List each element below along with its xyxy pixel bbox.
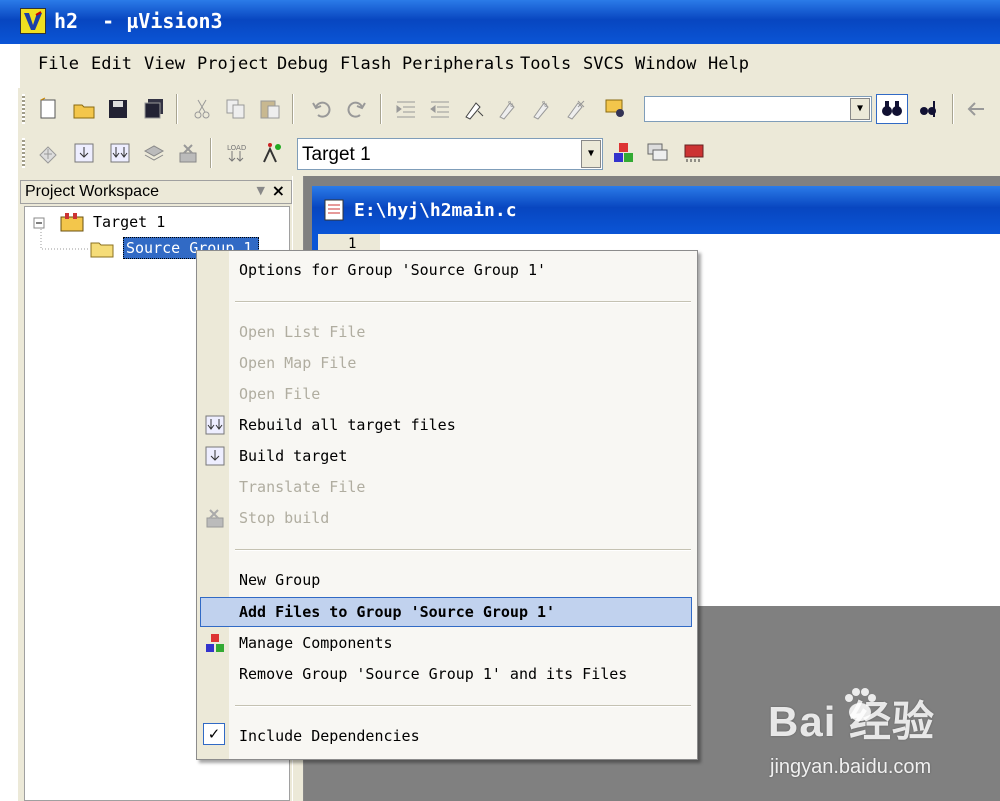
pin-dropdown-icon[interactable]: ▼	[257, 184, 265, 197]
copy-icon[interactable]	[224, 97, 248, 121]
menu-item-translate-file[interactable]: Translate File	[239, 478, 365, 496]
build-toolbar: LOAD Target 1 ▼	[18, 130, 1000, 177]
find-button[interactable]	[876, 94, 908, 124]
menu-item-include-dependencies[interactable]: Include Dependencies	[239, 727, 420, 745]
workspace-header: Project Workspace ▼ ×	[20, 180, 292, 204]
target-options-icon[interactable]	[260, 141, 284, 165]
bookmark-next-icon[interactable]: %	[530, 97, 554, 121]
context-menu-icon-gutter	[197, 251, 229, 759]
target-select-value: Target 1	[302, 144, 371, 165]
toolbar-grip[interactable]	[22, 94, 25, 124]
editor-title: E:\hyj\h2main.c	[354, 200, 517, 221]
arrow-left-icon[interactable]	[964, 97, 988, 121]
menu-item-rebuild-all[interactable]: Rebuild all target files	[239, 416, 456, 434]
unindent-icon[interactable]	[428, 97, 452, 121]
tree-connector	[40, 229, 89, 250]
context-menu: Options for Group 'Source Group 1' Open …	[196, 250, 698, 760]
menu-flash[interactable]: Flash	[340, 54, 391, 74]
menu-item-new-group[interactable]: New Group	[239, 571, 320, 589]
save-icon[interactable]	[106, 97, 130, 121]
svg-text:LOAD: LOAD	[227, 144, 246, 152]
menu-file[interactable]: File	[38, 54, 79, 74]
menu-separator	[235, 705, 691, 707]
indent-icon[interactable]	[394, 97, 418, 121]
chevron-down-icon[interactable]: ▼	[850, 98, 870, 120]
translate-icon[interactable]	[36, 141, 60, 165]
svg-text:%: %	[542, 100, 548, 110]
menu-svcs[interactable]: SVCS	[583, 54, 624, 74]
menu-tools[interactable]: Tools	[520, 54, 571, 74]
standard-toolbar: % % ▼	[18, 88, 1000, 130]
manage-components-icon	[206, 634, 224, 652]
stop-build-icon	[206, 509, 224, 528]
select-packs-icon[interactable]	[646, 141, 670, 165]
document-icon	[324, 199, 344, 221]
binoculars-icon	[882, 101, 902, 116]
svg-text:%: %	[508, 100, 514, 110]
workspace-title: Project Workspace	[25, 183, 159, 200]
menu-item-stop-build[interactable]: Stop build	[239, 509, 329, 527]
rebuild-icon	[205, 415, 225, 435]
toolbar-separator	[952, 94, 954, 124]
redo-icon[interactable]	[344, 97, 368, 121]
menu-item-add-files[interactable]: Add Files to Group 'Source Group 1'	[239, 603, 555, 621]
find-combo[interactable]: ▼	[644, 96, 872, 122]
menu-window[interactable]: Window	[635, 54, 696, 74]
menu-view[interactable]: View	[144, 54, 185, 74]
tree-item-target[interactable]: Target 1	[93, 213, 165, 231]
checkmark-icon: ✓	[203, 723, 225, 745]
stop-build-icon[interactable]	[176, 141, 200, 165]
bookmark-clear-icon[interactable]	[564, 97, 588, 121]
paste-icon[interactable]	[258, 97, 282, 121]
menu-item-open-map-file[interactable]: Open Map File	[239, 354, 356, 372]
baidu-paw-icon	[845, 688, 876, 721]
cut-icon[interactable]	[190, 97, 214, 121]
target-select[interactable]: Target 1 ▼	[297, 138, 603, 170]
close-icon[interactable]: ×	[272, 181, 285, 200]
menu-edit[interactable]: Edit	[91, 54, 132, 74]
download-load-icon[interactable]: LOAD	[224, 141, 248, 165]
toolbar-separator	[292, 94, 294, 124]
menu-separator	[235, 549, 691, 551]
menu-item-open-list-file[interactable]: Open List File	[239, 323, 365, 341]
build-icon	[205, 446, 225, 466]
menu-bar: File Edit View Project Debug Flash Perip…	[18, 44, 1000, 88]
save-all-icon[interactable]	[142, 97, 166, 121]
menu-item-options-for-group[interactable]: Options for Group 'Source Group 1'	[239, 261, 546, 279]
incremental-find-icon[interactable]	[916, 97, 940, 121]
toolbar-separator	[380, 94, 382, 124]
window-title: h2 - µVision3	[54, 9, 223, 33]
folder-icon	[90, 242, 114, 258]
menu-debug[interactable]: Debug	[277, 54, 328, 74]
device-database-icon[interactable]	[682, 141, 706, 165]
new-file-icon[interactable]	[36, 97, 60, 121]
find-in-files-icon[interactable]	[604, 97, 628, 121]
menu-item-build-target[interactable]: Build target	[239, 447, 347, 465]
menu-item-manage-components[interactable]: Manage Components	[239, 634, 393, 652]
menu-help[interactable]: Help	[708, 54, 749, 74]
bookmark-prev-icon[interactable]: %	[496, 97, 520, 121]
menu-item-open-file[interactable]: Open File	[239, 385, 320, 403]
menu-project[interactable]: Project	[197, 54, 269, 74]
baidu-watermark-site: jingyan.baidu.com	[770, 756, 932, 778]
build-icon[interactable]	[72, 141, 96, 165]
open-folder-icon[interactable]	[72, 97, 96, 121]
toolbar-separator	[176, 94, 178, 124]
toolbar-grip[interactable]	[22, 138, 25, 168]
toolbar-separator	[210, 138, 212, 168]
menu-item-remove-group[interactable]: Remove Group 'Source Group 1' and its Fi…	[239, 665, 627, 683]
batch-build-icon[interactable]	[142, 141, 166, 165]
bookmark-toggle-icon[interactable]	[462, 97, 486, 121]
rebuild-icon[interactable]	[108, 141, 132, 165]
app-logo-icon	[20, 8, 46, 34]
menu-separator	[235, 301, 691, 303]
manage-components-icon[interactable]	[612, 141, 636, 165]
menu-peripherals[interactable]: Peripherals	[402, 54, 515, 74]
chevron-down-icon[interactable]: ▼	[581, 140, 601, 168]
undo-icon[interactable]	[310, 97, 334, 121]
